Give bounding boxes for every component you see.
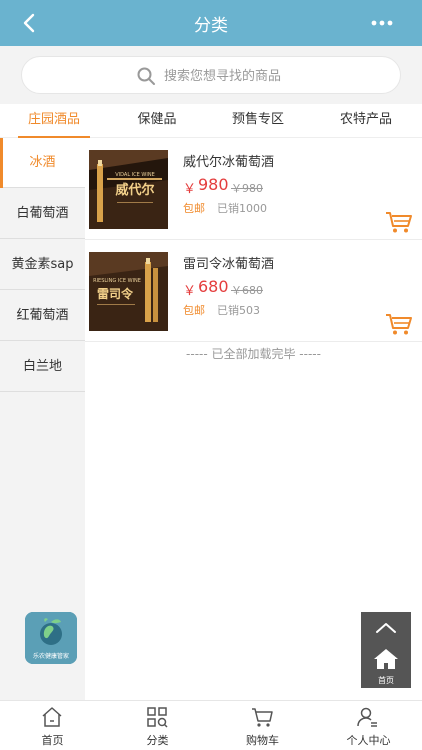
product-name[interactable]: 威代尔冰葡萄酒 [183, 151, 274, 170]
category-tabs: 庄园酒品 保健品 预售专区 农特产品 [0, 104, 422, 138]
scroll-to-top-icon[interactable] [361, 612, 411, 644]
more-dots-icon[interactable] [370, 14, 394, 32]
tab-label: 预售专区 [231, 112, 284, 127]
brand-logo-text: 乐农健康管家 [32, 653, 69, 660]
search-icon [137, 67, 155, 85]
product-name[interactable]: 雷司令冰葡萄酒 [183, 253, 274, 272]
tab-label: 庄园酒品 [27, 112, 80, 127]
sales-count: 已销503 [217, 304, 260, 317]
free-shipping-tag: 包邮 [183, 202, 205, 215]
sidebar-item-label: 红葡萄酒 [16, 308, 69, 323]
product-price: 680 [198, 277, 229, 296]
nav-label: 分类 [146, 734, 169, 747]
nav-label: 首页 [41, 734, 64, 747]
page-title: 分类 [194, 16, 228, 36]
free-shipping-tag: 包邮 [183, 304, 205, 317]
add-to-cart-icon[interactable] [385, 210, 413, 234]
sales-count: 已销1000 [217, 202, 267, 215]
brand-logo: 乐农健康管家 [25, 612, 77, 664]
thumb-title: 威代尔 [115, 182, 154, 198]
active-indicator [0, 138, 3, 188]
home-icon[interactable] [373, 648, 399, 670]
nav-item-category[interactable]: 分类 [105, 701, 210, 750]
product-image: RIESLING ICE WINE 雷司令 [89, 252, 168, 331]
thumb-subtext: VIDAL ICE WINE [115, 172, 155, 178]
sidebar-item-label: 白葡萄酒 [16, 206, 69, 221]
list-end-message: ----- 已全部加载完毕 ----- [186, 347, 321, 361]
cart-icon [252, 708, 273, 727]
nav-label: 购物车 [246, 734, 279, 747]
sidebar-item-golden-sap[interactable]: 黄金素sap [0, 240, 85, 290]
add-to-cart-icon[interactable] [385, 312, 413, 336]
sidebar-item-label: 白兰地 [22, 359, 62, 374]
tab-label: 保健品 [137, 112, 177, 127]
tab-estate-wine[interactable]: 庄园酒品 [18, 104, 90, 138]
sidebar-item-label: 黄金素sap [11, 257, 74, 272]
category-grid-icon [147, 707, 168, 728]
float-home-label: 首页 [378, 676, 394, 685]
thumb-title: 雷司令 [97, 286, 134, 301]
thumb-subtext: RIESLING ICE WINE [93, 278, 141, 284]
tab-health-products[interactable]: 保健品 [125, 104, 189, 138]
user-icon [357, 707, 377, 727]
tab-presale[interactable]: 预售专区 [222, 104, 294, 138]
price-currency: ￥ [183, 284, 197, 299]
search-input[interactable] [164, 65, 384, 87]
product-price: 980 [198, 175, 229, 194]
sidebar-item-red-wine[interactable]: 红葡萄酒 [0, 291, 85, 341]
nav-item-cart[interactable]: 购物车 [210, 701, 315, 750]
nav-item-profile[interactable]: 个人中心 [315, 701, 422, 750]
sidebar-item-brandy[interactable]: 白兰地 [0, 342, 85, 392]
tab-farm-products[interactable]: 农特产品 [330, 104, 402, 138]
nav-item-home[interactable]: 首页 [0, 701, 105, 750]
floating-actions: 首页 [361, 612, 411, 688]
original-price: ￥680 [231, 284, 263, 297]
bottom-nav: 首页 分类 购物车 个人中心 [0, 700, 422, 750]
nav-label: 个人中心 [346, 734, 391, 747]
product-card[interactable]: VIDAL ICE WINE 威代尔 威代尔冰葡萄酒 ￥ 980 ￥980 包邮… [85, 138, 422, 240]
tab-label: 农特产品 [339, 112, 392, 127]
header-bar: 分类 [0, 0, 422, 46]
sidebar-item-ice-wine[interactable]: 冰酒 [0, 138, 85, 188]
sidebar-item-white-wine[interactable]: 白葡萄酒 [0, 189, 85, 239]
search-area [0, 46, 422, 104]
home-icon [42, 707, 62, 727]
search-box[interactable] [21, 56, 401, 94]
original-price: ￥980 [231, 182, 263, 195]
product-card[interactable]: RIESLING ICE WINE 雷司令 雷司令冰葡萄酒 ￥ 680 ￥680… [85, 240, 422, 342]
product-image: VIDAL ICE WINE 威代尔 [89, 150, 168, 229]
price-currency: ￥ [183, 182, 197, 197]
sidebar-item-label: 冰酒 [29, 155, 56, 170]
